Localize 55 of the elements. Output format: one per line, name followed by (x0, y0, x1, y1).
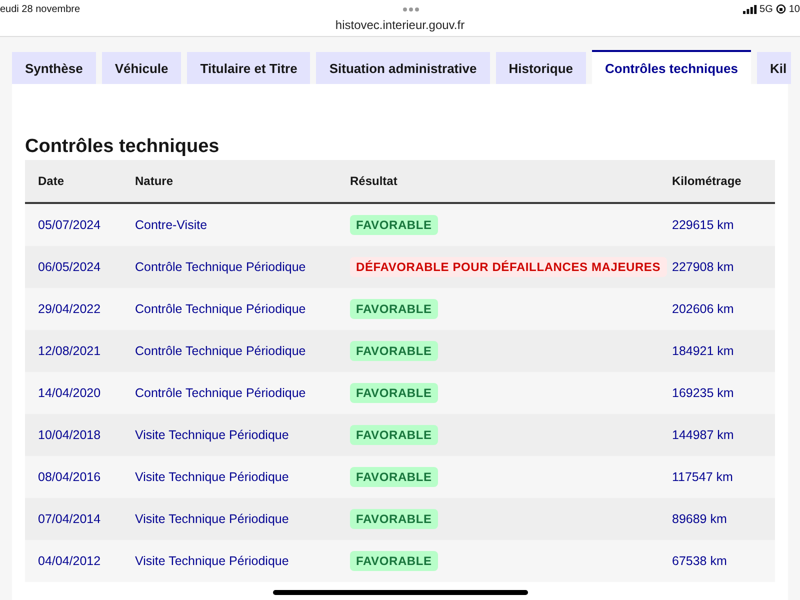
tab[interactable]: Historique (496, 52, 586, 84)
column-header: Kilométrage (672, 174, 742, 188)
date-cell[interactable]: 05/07/2024 (38, 218, 135, 232)
more-dots-icon (402, 6, 420, 12)
nature-cell-text: Contrôle Technique Périodique (135, 302, 307, 316)
date-cell[interactable]: 12/08/2021 (38, 344, 135, 358)
result-badge: DÉFAVORABLE POUR DÉFAILLANCES MAJEURES (350, 257, 667, 277)
signal-icon (742, 4, 757, 14)
date-cell[interactable]: 06/05/2024 (38, 260, 135, 274)
battery-label: 10 (788, 4, 800, 14)
mileage-cell-text: 117547 km (672, 470, 734, 484)
mileage-cell-text: 229615 km (672, 218, 735, 232)
rotation-lock-icon (776, 4, 786, 14)
date-cell[interactable]: 04/04/2012 (38, 554, 135, 568)
nature-cell-text: Visite Technique Périodique (135, 428, 290, 442)
result-badge: FAVORABLE (350, 551, 438, 571)
column-header: Nature (135, 174, 174, 188)
section-title: Contrôles techniques (25, 135, 220, 159)
tab[interactable]: Contrôles techniques (592, 50, 751, 84)
date-cell[interactable]: 07/04/2014 (38, 512, 135, 526)
mileage-cell-text: 184921 km (672, 344, 735, 358)
result-badge: FAVORABLE (350, 425, 438, 445)
result-badge: FAVORABLE (350, 467, 438, 487)
mileage-cell-text: 67538 km (672, 554, 728, 568)
nature-cell-text: Contre-Visite (135, 218, 208, 232)
tab[interactable]: Situation administrative (316, 52, 490, 84)
nature-cell-text: Visite Technique Périodique (135, 554, 290, 568)
tab[interactable]: Véhicule (102, 52, 182, 84)
tab[interactable]: Kil (756, 52, 791, 84)
date-cell[interactable]: 29/04/2022 (38, 302, 135, 316)
mileage-cell-text: 227908 km (672, 260, 735, 274)
date-cell[interactable]: 08/04/2016 (38, 470, 135, 484)
mileage-cell-text: 89689 km (672, 512, 728, 526)
result-badge: FAVORABLE (350, 215, 438, 235)
tab[interactable]: Synthèse (12, 52, 96, 84)
date-cell[interactable]: 10/04/2018 (38, 428, 135, 442)
result-badge: FAVORABLE (350, 509, 438, 529)
status-date: eudi 28 novembre (0, 4, 80, 14)
result-badge: FAVORABLE (350, 383, 438, 403)
mileage-cell-text: 169235 km (672, 386, 735, 400)
network-label: 5G (760, 4, 773, 14)
url-text[interactable]: histovec.interieur.gouv.fr (335, 18, 465, 32)
mileage-cell-text: 202606 km (672, 302, 735, 316)
nature-cell-text: Visite Technique Périodique (135, 512, 290, 526)
date-cell[interactable]: 14/04/2020 (38, 386, 135, 400)
nature-cell-text: Contrôle Technique Périodique (135, 260, 307, 274)
nature-cell-text: Visite Technique Périodique (135, 470, 290, 484)
nature-cell-text: Contrôle Technique Périodique (135, 386, 307, 400)
column-header: Date (38, 174, 66, 188)
tab[interactable]: Titulaire et Titre (187, 52, 310, 84)
result-badge: FAVORABLE (350, 341, 438, 361)
nature-cell-text: Contrôle Technique Périodique (135, 344, 307, 358)
column-header: Résultat (350, 174, 398, 188)
mileage-cell-text: 144987 km (672, 428, 735, 442)
result-badge: FAVORABLE (350, 299, 438, 319)
